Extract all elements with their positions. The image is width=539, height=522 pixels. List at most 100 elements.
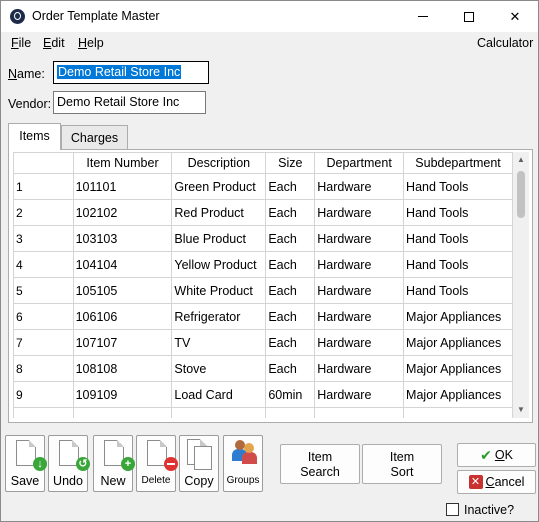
close-button[interactable]: ✕ xyxy=(492,1,538,32)
cell-description[interactable]: Red Product xyxy=(171,199,267,226)
table-row[interactable]: 3 103103 Blue Product Each Hardware Hand Tool… xyxy=(13,225,513,252)
cell-department[interactable]: Hardware xyxy=(314,381,405,408)
cell-item-number[interactable]: 102102 xyxy=(72,199,173,226)
cell-subdepartment[interactable]: Major Appliances xyxy=(403,303,513,330)
cell-size[interactable]: Can xyxy=(265,407,316,418)
cell-description[interactable]: Stove xyxy=(171,355,267,382)
cell-description[interactable]: Chicken Soup xyxy=(171,407,267,418)
save-button[interactable]: ↓ Save xyxy=(5,435,47,492)
scroll-down-arrow-icon[interactable]: ▼ xyxy=(513,402,529,418)
row-header-cell[interactable]: 6 xyxy=(13,303,74,330)
table-row[interactable]: 5 105105 White Product Each Hardware Hand Too… xyxy=(13,277,513,304)
row-header-cell[interactable]: 7 xyxy=(13,329,74,356)
row-header-cell[interactable]: 1 xyxy=(13,173,74,200)
cell-subdepartment[interactable]: Hand Tools xyxy=(403,277,513,304)
cell-size[interactable]: Each xyxy=(265,251,316,278)
cancel-button[interactable]: ✕ Cancel xyxy=(457,470,536,494)
cell-subdepartment[interactable]: Hand Tools xyxy=(403,251,513,278)
column-header-department[interactable]: Department xyxy=(314,152,405,174)
scroll-up-arrow-icon[interactable]: ▲ xyxy=(513,152,529,168)
cell-department[interactable]: Hardware xyxy=(314,329,405,356)
item-sort-button[interactable]: Item Sort xyxy=(362,444,442,484)
cell-item-number[interactable]: 101101 xyxy=(72,173,173,200)
cell-department[interactable]: Hardware xyxy=(314,251,405,278)
cell-department[interactable]: Hardware xyxy=(314,199,405,226)
cell-size[interactable]: Each xyxy=(265,303,316,330)
table-row[interactable]: 7 107107 TV Each Hardware Major Appliances xyxy=(13,329,513,356)
cell-subdepartment[interactable]: Major Appliances xyxy=(403,355,513,382)
cell-department[interactable]: Hardware xyxy=(314,355,405,382)
cell-item-number[interactable]: 104104 xyxy=(72,251,173,278)
inactive-checkbox[interactable] xyxy=(446,503,459,516)
undo-button[interactable]: ↺ Undo xyxy=(48,435,90,492)
row-header-cell[interactable]: 4 xyxy=(13,251,74,278)
vendor-input[interactable]: Demo Retail Store Inc xyxy=(53,91,206,114)
table-row[interactable]: 6 106106 Refrigerator Each Hardware Major App… xyxy=(13,303,513,330)
table-row[interactable]: 8 108108 Stove Each Hardware Major Appliances xyxy=(13,355,513,382)
row-header-cell[interactable]: 9 xyxy=(13,381,74,408)
cell-department[interactable]: Hardware xyxy=(314,303,405,330)
cell-item-number[interactable]: 107107 xyxy=(72,329,173,356)
row-header-cell[interactable]: 5 xyxy=(13,277,74,304)
cell-description[interactable]: TV xyxy=(171,329,267,356)
groups-button[interactable]: Groups xyxy=(223,435,263,492)
items-grid[interactable]: Item Number Description Size Department … xyxy=(13,152,513,418)
cell-description[interactable]: Green Product xyxy=(171,173,267,200)
menu-file[interactable]: File xyxy=(11,36,31,50)
copy-button[interactable]: Copy xyxy=(179,435,219,492)
cell-size[interactable]: 60min xyxy=(265,381,316,408)
cell-description[interactable]: Blue Product xyxy=(171,225,267,252)
cell-item-number[interactable]: 105105 xyxy=(72,277,173,304)
table-row[interactable]: 2 102102 Red Product Each Hardware Hand Tools xyxy=(13,199,513,226)
menu-calculator[interactable]: Calculator xyxy=(477,36,533,50)
table-row[interactable]: 10201201Chicken SoupCanGroceryCanned Goo… xyxy=(13,407,513,418)
cell-subdepartment[interactable]: Hand Tools xyxy=(403,173,513,200)
row-header-cell[interactable]: 8 xyxy=(13,355,74,382)
delete-button[interactable]: Delete xyxy=(136,435,178,492)
name-input[interactable]: Demo Retail Store Inc xyxy=(53,61,209,84)
table-row[interactable]: 1 101101 Green Product Each Hardware Hand Too… xyxy=(13,173,513,200)
grid-corner-cell[interactable] xyxy=(13,152,74,174)
ok-button[interactable]: ✔ OK xyxy=(457,443,536,467)
cell-item-number[interactable]: 109109 xyxy=(72,381,173,408)
row-header-cell[interactable]: 2 xyxy=(13,199,74,226)
column-header-item-number[interactable]: Item Number xyxy=(72,152,173,174)
cell-description[interactable]: Refrigerator xyxy=(171,303,267,330)
cell-item-number[interactable]: 108108 xyxy=(72,355,173,382)
cell-size[interactable]: Each xyxy=(265,225,316,252)
cell-subdepartment[interactable]: Major Appliances xyxy=(403,329,513,356)
cell-item-number[interactable]: 106106 xyxy=(72,303,173,330)
cell-subdepartment[interactable]: Hand Tools xyxy=(403,225,513,252)
cell-description[interactable]: Yellow Product xyxy=(171,251,267,278)
new-button[interactable]: + New xyxy=(93,435,135,492)
cell-description[interactable]: White Product xyxy=(171,277,267,304)
cell-subdepartment[interactable]: Canned Goods xyxy=(403,407,513,418)
cell-size[interactable]: Each xyxy=(265,277,316,304)
column-header-description[interactable]: Description xyxy=(171,152,267,174)
cell-department[interactable]: Hardware xyxy=(314,173,405,200)
cell-subdepartment[interactable]: Major Appliances xyxy=(403,381,513,408)
cell-size[interactable]: Each xyxy=(265,173,316,200)
cell-department[interactable]: Hardware xyxy=(314,277,405,304)
cell-description[interactable]: Load Card xyxy=(171,381,267,408)
maximize-button[interactable] xyxy=(446,1,492,32)
cell-subdepartment[interactable]: Hand Tools xyxy=(403,199,513,226)
table-row[interactable]: 9 109109 Load Card 60min Hardware Major Appli… xyxy=(13,381,513,408)
cell-size[interactable]: Each xyxy=(265,199,316,226)
cell-department[interactable]: Grocery xyxy=(314,407,405,418)
tab-items[interactable]: Items xyxy=(8,123,61,150)
grid-vertical-scrollbar[interactable]: ▲ ▼ xyxy=(513,152,529,418)
cell-size[interactable]: Each xyxy=(265,355,316,382)
cell-item-number[interactable]: 103103 xyxy=(72,225,173,252)
minimize-button[interactable] xyxy=(400,1,446,32)
tab-charges[interactable]: Charges xyxy=(61,125,128,149)
menu-help[interactable]: Help xyxy=(78,36,104,50)
column-header-subdepartment[interactable]: Subdepartment xyxy=(403,152,513,174)
cell-department[interactable]: Hardware xyxy=(314,225,405,252)
column-header-size[interactable]: Size xyxy=(265,152,316,174)
row-header-cell[interactable]: 3 xyxy=(13,225,74,252)
cell-item-number[interactable]: 201201 xyxy=(72,407,173,418)
scroll-thumb[interactable] xyxy=(517,171,525,218)
item-search-button[interactable]: Item Search xyxy=(280,444,360,484)
cell-size[interactable]: Each xyxy=(265,329,316,356)
